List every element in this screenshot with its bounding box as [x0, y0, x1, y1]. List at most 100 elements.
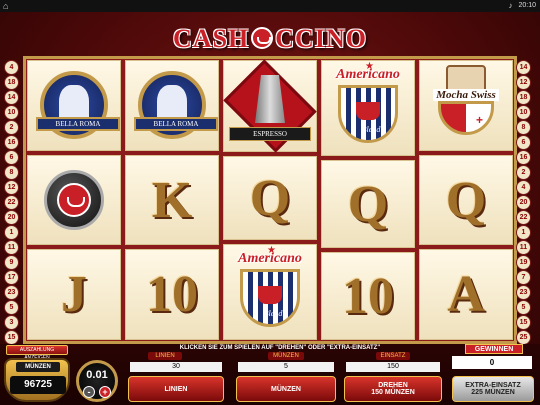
payline-indicator[interactable]: 20: [516, 195, 531, 210]
card-symbol: A: [447, 266, 485, 324]
reel-3: ESPRESSO Q ★ Americano Blend: [223, 59, 317, 340]
payline-indicator[interactable]: 1: [4, 225, 19, 240]
payline-indicator[interactable]: 9: [4, 255, 19, 270]
payline-indicator[interactable]: 15: [4, 330, 19, 345]
reel-symbol: [27, 154, 121, 246]
lines-value: 30: [130, 362, 222, 372]
reel-symbol: K: [125, 154, 219, 246]
payline-indicator[interactable]: 19: [516, 255, 531, 270]
payline-indicator[interactable]: 8: [4, 165, 19, 180]
reel-4: ★ Americano Blend Q 10: [321, 60, 415, 340]
reel-symbol: Q: [223, 156, 317, 240]
payline-indicator[interactable]: 18: [4, 75, 19, 90]
clock: 20:10: [518, 2, 536, 9]
payline-indicators-left: 418141021668122220111917235315241972513: [4, 56, 24, 405]
extra-bet-button-sublabel: 225 MÜNZEN: [471, 389, 515, 396]
payline-indicator[interactable]: 6: [516, 135, 531, 150]
payline-indicators-right: 141218108616242022111197235152531317219: [516, 56, 536, 405]
payline-indicator[interactable]: 12: [4, 180, 19, 195]
payline-indicator[interactable]: 4: [516, 180, 531, 195]
payline-indicator[interactable]: 7: [516, 270, 531, 285]
payline-indicator[interactable]: 3: [4, 315, 19, 330]
payline-indicator[interactable]: 17: [4, 270, 19, 285]
payline-indicator[interactable]: 12: [516, 75, 531, 90]
payline-indicator[interactable]: 2: [516, 165, 531, 180]
americano-sub: Blend: [263, 309, 283, 318]
coins-title: MÜNZEN: [16, 362, 60, 372]
wins-value: 0: [452, 356, 532, 369]
payline-indicator[interactable]: 15: [516, 315, 531, 330]
payline-indicator[interactable]: 23: [516, 285, 531, 300]
payline-indicator[interactable]: 25: [516, 330, 531, 345]
payline-indicator[interactable]: 8: [516, 120, 531, 135]
game-stage: ⌂ ♪ 20:10 CASH CCINO 4 18 14 10 2 16 6 8 12 22 20 1 1…: [0, 0, 540, 405]
reel-5: Mocha Swiss + Q A: [419, 60, 513, 341]
top-status-bar: ⌂ ♪ 20:10: [0, 0, 540, 12]
coin-size-value: 0.01: [86, 369, 108, 381]
show-payout-button[interactable]: AUSZAHLUNG ANZEIGEN: [6, 345, 68, 361]
lines-button[interactable]: LINIEN: [128, 376, 224, 402]
reel-symbol: Q: [321, 160, 415, 248]
payline-indicator[interactable]: 14: [516, 60, 531, 75]
payline-indicator[interactable]: 10: [516, 105, 531, 120]
spin-button[interactable]: DREHEN 150 MÜNZEN: [344, 376, 442, 402]
reel-symbol: Q: [419, 154, 513, 246]
reel-symbol: A: [419, 249, 513, 341]
payline-indicator[interactable]: 18: [516, 90, 531, 105]
payline-indicator[interactable]: 11: [516, 240, 531, 255]
payline-indicator[interactable]: 5: [4, 300, 19, 315]
payline-indicator[interactable]: 23: [4, 285, 19, 300]
bet-value: 150: [346, 362, 440, 372]
logo-text-part1: CASH: [173, 24, 250, 53]
extra-bet-button[interactable]: EXTRA-EINSATZ 225 MÜNZEN: [452, 376, 534, 402]
extra-bet-button-label: EXTRA-EINSATZ: [465, 382, 521, 389]
home-icon[interactable]: ⌂: [3, 1, 13, 11]
badge-ribbon-text: BELLA ROMA: [134, 117, 218, 132]
payline-indicator[interactable]: 20: [4, 210, 19, 225]
logo-text-part2: CCINO: [275, 24, 367, 53]
card-symbol: Q: [347, 175, 389, 233]
payline-indicator[interactable]: 2: [4, 120, 19, 135]
help-message: KLICKEN SIE ZUM SPIELEN AUF "DREHEN" ODE…: [179, 345, 381, 351]
coins-button[interactable]: MÜNZEN: [236, 376, 336, 402]
mocha-title: Mocha Swiss: [433, 89, 499, 102]
coins-balance: 96725: [10, 376, 66, 394]
payline-indicator[interactable]: 16: [516, 150, 531, 165]
badge-ribbon-text: BELLA ROMA: [36, 117, 120, 132]
reel-symbol: ESPRESSO: [223, 59, 317, 153]
lines-label: LINIEN: [148, 352, 182, 360]
coins-button-label: MÜNZEN: [271, 385, 301, 393]
payline-indicator[interactable]: 22: [516, 210, 531, 225]
reel-symbol: 10: [321, 252, 415, 340]
wins-label: GEWINNEN: [465, 344, 523, 354]
coin-size-increase-button[interactable]: +: [99, 386, 111, 398]
americano-blend-icon: ★ Americano Blend: [227, 245, 313, 339]
coffee-cup-logo-icon: [251, 27, 274, 50]
payline-indicator[interactable]: 22: [4, 195, 19, 210]
espresso-ribbon-text: ESPRESSO: [229, 127, 311, 141]
reel-symbol: BELLA ROMA: [27, 60, 121, 151]
payline-indicator[interactable]: 11: [4, 240, 19, 255]
americano-sub: Blend: [361, 125, 381, 134]
payline-indicator[interactable]: 10: [4, 105, 19, 120]
mocha-swiss-icon: Mocha Swiss +: [425, 61, 507, 149]
reel-symbol: Mocha Swiss +: [419, 60, 513, 151]
payline-indicator[interactable]: 14: [4, 90, 19, 105]
reels-area: BELLA ROMA J BELLA ROMA K 10 ESPRESSO Q ★ Americ…: [27, 59, 513, 341]
coin-size-decrease-button[interactable]: -: [83, 386, 95, 398]
reel-symbol: 10: [125, 249, 219, 341]
payline-indicator[interactable]: 6: [4, 150, 19, 165]
game-logo: CASH CCINO: [130, 24, 410, 54]
payline-indicator[interactable]: 16: [4, 135, 19, 150]
reel-1: BELLA ROMA J: [27, 60, 121, 341]
americano-blend-icon: ★ Americano Blend: [325, 61, 411, 155]
sound-icon[interactable]: ♪: [508, 0, 512, 12]
reel-symbol: ★ Americano Blend: [223, 244, 317, 340]
payline-indicator[interactable]: 4: [4, 60, 19, 75]
card-symbol: 10: [146, 266, 198, 324]
payline-indicator[interactable]: 1: [516, 225, 531, 240]
scatter-cup-icon: [44, 170, 104, 230]
coins-per-line-label: MÜNZEN: [268, 352, 304, 360]
payline-indicator[interactable]: 5: [516, 300, 531, 315]
spin-button-label: DREHEN: [378, 382, 408, 389]
